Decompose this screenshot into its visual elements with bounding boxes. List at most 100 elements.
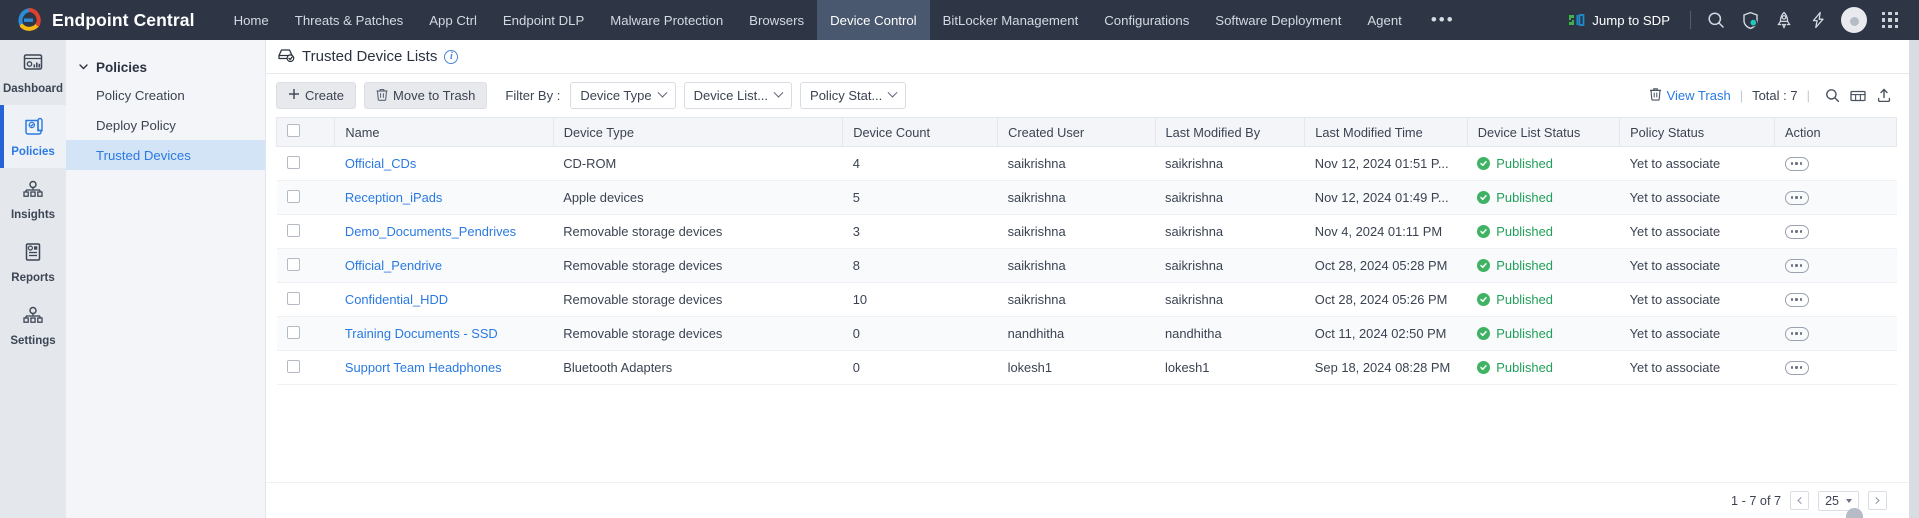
sidebar-item-settings[interactable]: Settings	[0, 294, 66, 357]
topnav-item-threats-patches[interactable]: Threats & Patches	[282, 0, 416, 40]
status-badge: Published	[1477, 224, 1609, 239]
cell-device-type: CD-ROM	[553, 147, 842, 181]
table-container: Name Device Type Device Count Created Us…	[266, 117, 1909, 482]
topnav-item-agent[interactable]: Agent	[1354, 0, 1414, 40]
subnav-group-policies[interactable]: Policies	[66, 54, 265, 80]
topnav-item-bitlocker-management[interactable]: BitLocker Management	[930, 0, 1092, 40]
topnav-item-browsers[interactable]: Browsers	[736, 0, 817, 40]
table-row[interactable]: Demo_Documents_PendrivesRemovable storag…	[277, 215, 1897, 249]
search-icon[interactable]	[1819, 83, 1845, 109]
row-select-cell	[277, 215, 335, 249]
app-grid-icon[interactable]	[1873, 0, 1907, 40]
topnav-item-device-control[interactable]: Device Control	[817, 0, 930, 40]
table-row[interactable]: Training Documents - SSDRemovable storag…	[277, 317, 1897, 351]
device-list-link[interactable]: Demo_Documents_Pendrives	[345, 224, 516, 239]
search-icon[interactable]	[1699, 0, 1733, 40]
column-header-device-count[interactable]: Device Count	[843, 118, 998, 147]
row-actions-button[interactable]	[1785, 361, 1809, 375]
column-header-last-modified-time[interactable]: Last Modified Time	[1305, 118, 1468, 147]
page-header: Trusted Device Lists i	[266, 40, 1909, 74]
sidebar-item-insights[interactable]: Insights	[0, 168, 66, 231]
previous-page-button[interactable]	[1790, 491, 1809, 510]
row-checkbox[interactable]	[287, 224, 300, 237]
brand[interactable]: Endpoint Central	[10, 8, 221, 33]
device-list-link[interactable]: Official_Pendrive	[345, 258, 442, 273]
check-circle-icon	[1477, 361, 1490, 374]
view-trash-link[interactable]: View Trash	[1649, 87, 1731, 104]
device-list-link[interactable]: Training Documents - SSD	[345, 326, 498, 341]
subnav-item-trusted-devices[interactable]: Trusted Devices	[66, 140, 265, 170]
cell-action	[1775, 215, 1897, 249]
sidebar-item-reports[interactable]: Reports	[0, 231, 66, 294]
row-actions-button[interactable]	[1785, 259, 1809, 273]
row-actions-button[interactable]	[1785, 157, 1809, 171]
check-circle-icon	[1477, 293, 1490, 306]
column-header-created-user[interactable]: Created User	[998, 118, 1155, 147]
cell-device-type: Apple devices	[553, 181, 842, 215]
page-scrollbar[interactable]	[1909, 40, 1919, 518]
chevron-down-icon	[888, 88, 898, 98]
row-checkbox[interactable]	[287, 360, 300, 373]
row-checkbox[interactable]	[287, 326, 300, 339]
row-actions-button[interactable]	[1785, 327, 1809, 341]
select-all-checkbox[interactable]	[287, 124, 300, 137]
table-row[interactable]: Official_PendriveRemovable storage devic…	[277, 249, 1897, 283]
device-list-link[interactable]: Support Team Headphones	[345, 360, 502, 375]
sidebar-item-policies[interactable]: Policies	[0, 105, 66, 168]
info-icon[interactable]: i	[444, 50, 458, 64]
row-checkbox[interactable]	[287, 292, 300, 305]
sidebar-item-dashboard[interactable]: Dashboard	[0, 42, 66, 105]
topnav-item-home[interactable]: Home	[221, 0, 282, 40]
lightning-icon[interactable]	[1801, 0, 1835, 40]
status-label: Published	[1496, 292, 1553, 307]
topnav-item-app-ctrl[interactable]: App Ctrl	[416, 0, 490, 40]
column-header-policy-status[interactable]: Policy Status	[1620, 118, 1775, 147]
column-header-device-type[interactable]: Device Type	[553, 118, 842, 147]
row-checkbox[interactable]	[287, 190, 300, 203]
cell-action	[1775, 351, 1897, 385]
cell-last-modified-by: saikrishna	[1155, 283, 1305, 317]
subnav-item-deploy-policy[interactable]: Deploy Policy	[66, 110, 265, 140]
table-row[interactable]: Reception_iPadsApple devices5saikrishnas…	[277, 181, 1897, 215]
topnav-item-endpoint-dlp[interactable]: Endpoint DLP	[490, 0, 597, 40]
column-chooser-icon[interactable]	[1845, 83, 1871, 109]
column-header-last-modified-by[interactable]: Last Modified By	[1155, 118, 1305, 147]
row-actions-button[interactable]	[1785, 191, 1809, 205]
topnav-item-configurations[interactable]: Configurations	[1091, 0, 1202, 40]
avatar[interactable]	[1841, 7, 1867, 33]
row-checkbox[interactable]	[287, 258, 300, 271]
move-to-trash-button[interactable]: Move to Trash	[364, 82, 487, 109]
column-header-name[interactable]: Name	[335, 118, 553, 147]
cell-last-modified-time: Oct 28, 2024 05:26 PM	[1305, 283, 1468, 317]
subnav-item-policy-creation[interactable]: Policy Creation	[66, 80, 265, 110]
jump-to-sdp-button[interactable]: Jump to SDP	[1556, 12, 1682, 28]
topnav-item-software-deployment[interactable]: Software Deployment	[1202, 0, 1354, 40]
create-button[interactable]: Create	[276, 82, 356, 109]
cell-device-type: Removable storage devices	[553, 283, 842, 317]
row-checkbox[interactable]	[287, 156, 300, 169]
device-list-link[interactable]: Confidential_HDD	[345, 292, 448, 307]
filter-device-list[interactable]: Device List...	[684, 82, 792, 109]
rocket-icon[interactable]	[1767, 0, 1801, 40]
cell-last-modified-by: saikrishna	[1155, 181, 1305, 215]
row-actions-button[interactable]	[1785, 225, 1809, 239]
table-row[interactable]: Support Team Headphones Bluetooth Adapter…	[277, 351, 1897, 385]
cell-action	[1775, 181, 1897, 215]
device-list-link[interactable]: Official_CDs	[345, 156, 416, 171]
row-actions-button[interactable]	[1785, 293, 1809, 307]
next-page-button[interactable]	[1868, 491, 1887, 510]
table-row[interactable]: Confidential_HDD Removable storage device…	[277, 283, 1897, 317]
shield-icon[interactable]	[1733, 0, 1767, 40]
export-icon[interactable]	[1871, 83, 1897, 109]
filter-policy-status[interactable]: Policy Stat...	[800, 82, 906, 109]
device-list-link[interactable]: Reception_iPads	[345, 190, 442, 205]
topnav-item-malware-protection[interactable]: Malware Protection	[597, 0, 736, 40]
table-row[interactable]: Official_CDsCD-ROM4saikrishnasaikrishnaN…	[277, 147, 1897, 181]
column-header-device-list-status[interactable]: Device List Status	[1467, 118, 1619, 147]
topnav-more-button[interactable]: •••	[1415, 0, 1471, 40]
column-header-action[interactable]: Action	[1775, 118, 1897, 147]
cell-device-type: Bluetooth Adapters	[553, 351, 842, 385]
body: Dashboard Policies	[0, 40, 1919, 518]
filter-device-type[interactable]: Device Type	[570, 82, 675, 109]
check-circle-icon	[1477, 259, 1490, 272]
